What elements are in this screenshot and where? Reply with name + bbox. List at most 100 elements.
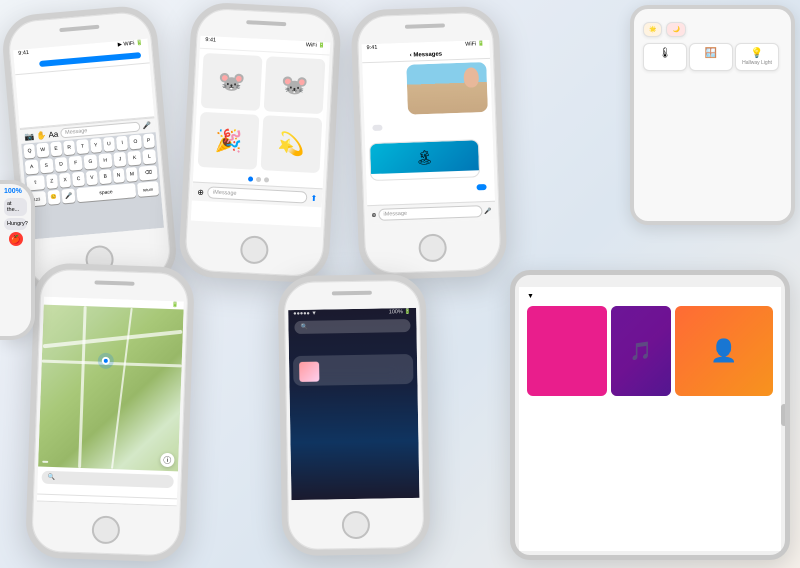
phone1-screen: 9:41 ▶ WiFi 🔋 📷 ✋ Aa Message 🎤 <box>13 39 164 240</box>
key-return[interactable]: return <box>137 181 160 197</box>
list-item-2-title <box>42 498 172 503</box>
touch-icon[interactable]: ✋ <box>36 130 47 140</box>
app-icon-partial: 🍎 <box>9 232 23 246</box>
road-h2 <box>42 360 182 368</box>
key-g[interactable]: G <box>84 154 98 169</box>
scenes-list: 🌟 🌙 <box>642 21 783 38</box>
key-j[interactable]: J <box>113 152 127 167</box>
audio-icon[interactable]: 🎤 <box>142 122 151 131</box>
home-button-phone4[interactable] <box>91 515 120 544</box>
sticker-minnie2[interactable]: 💫 <box>261 115 323 173</box>
ipad-apple-music: ▼ 🎵 <box>510 270 790 560</box>
key-w[interactable]: W <box>37 143 49 158</box>
key-m[interactable]: M <box>126 167 139 182</box>
road-v1 <box>78 306 87 468</box>
key-e[interactable]: E <box>50 141 62 156</box>
apps-icon-p3[interactable]: ⊕ <box>371 211 376 218</box>
home-button-phone5[interactable] <box>342 511 370 539</box>
key-c[interactable]: C <box>72 172 85 187</box>
send-icon[interactable]: ⬆ <box>310 193 317 202</box>
partial-content: 100% at the... Hungry? 🍎 <box>0 184 31 252</box>
search-bar-lock: 🔍 <box>288 316 416 337</box>
key-h[interactable]: H <box>98 153 112 168</box>
status-icons-p2: WiFi 🔋 <box>306 42 326 49</box>
accessory-light[interactable]: 💡 Hallway Light <box>735 43 779 71</box>
ipad-status-bar: ▼ <box>527 293 773 300</box>
key-b[interactable]: B <box>99 169 112 184</box>
accessory-shades[interactable]: 🪟 <box>689 43 733 71</box>
my-new-music-mix-card[interactable] <box>527 306 607 396</box>
trip-card-container: 🏝 <box>365 137 494 183</box>
key-a[interactable]: A <box>25 160 39 175</box>
key-v[interactable]: V <box>86 170 99 185</box>
status-icons-p3: WiFi 🔋 <box>465 41 485 48</box>
trip-title <box>375 173 475 176</box>
phone4-screen: 🔋 ⓘ 🔍 <box>37 297 184 507</box>
message-input-p3[interactable]: iMessage <box>378 205 482 221</box>
favorite-accessories-section: 🌡 🪟 💡 Hallway Light <box>642 42 783 72</box>
wifi-icon: ▼ <box>527 293 534 300</box>
accessory-thermostat[interactable]: 🌡 <box>643 43 687 71</box>
key-n[interactable]: N <box>112 168 125 183</box>
sun-icon: 🌟 <box>649 27 656 33</box>
key-t[interactable]: T <box>76 139 88 154</box>
road-h1 <box>43 330 183 349</box>
key-u[interactable]: U <box>103 137 115 152</box>
keyboard[interactable]: Q W E R T Y U I O P A S D F G H <box>21 132 164 239</box>
key-z[interactable]: Z <box>46 174 59 189</box>
scene-home[interactable]: 🌟 <box>643 22 662 37</box>
sticker-mickey2[interactable]: 🎉 <box>198 112 260 170</box>
go-bubble <box>476 184 486 190</box>
accessory-light-label2: Hallway Light <box>740 60 774 66</box>
lock-search-field[interactable]: 🔍 <box>294 319 410 334</box>
key-delete[interactable]: ⌫ <box>139 165 158 180</box>
info-button[interactable]: ⓘ <box>160 453 174 467</box>
home-button-phone3[interactable] <box>418 233 447 262</box>
camera-icon[interactable]: 📷 <box>24 131 35 141</box>
key-q[interactable]: Q <box>23 144 35 159</box>
sticker-icon[interactable]: Aa <box>48 129 59 139</box>
key-p[interactable]: P <box>143 133 155 148</box>
key-f[interactable]: F <box>69 156 83 171</box>
key-y[interactable]: Y <box>90 138 102 153</box>
status-time: 9:41 <box>18 50 29 57</box>
sticker-content: 9:41 WiFi 🔋 🐭 🐭 🎉 💫 ⊕ iMes <box>191 36 331 228</box>
home-button-phone2[interactable] <box>240 235 269 264</box>
key-o[interactable]: O <box>129 134 141 149</box>
scene-goodnight[interactable]: 🌙 <box>666 22 685 37</box>
moon-icon: 🌙 <box>672 27 679 33</box>
music-card-purple[interactable]: 🎵 <box>611 306 671 396</box>
music-card-person[interactable]: 👤 <box>675 306 773 396</box>
status-time-p2: 9:41 <box>205 37 216 44</box>
list-item-2-sub <box>42 498 172 503</box>
key-l[interactable]: L <box>142 149 156 164</box>
key-emoji[interactable]: 😊 <box>47 190 61 205</box>
status-battery-p4: 🔋 <box>172 302 179 308</box>
key-x[interactable]: X <box>59 173 72 188</box>
key-r[interactable]: R <box>63 140 75 155</box>
sticker-minnie[interactable]: 🐭 <box>264 56 326 114</box>
for-you-screen: ▼ 🎵 <box>519 287 781 402</box>
favorite-scenes-section: 🌟 🌙 <box>642 21 783 38</box>
mic-icon-p3[interactable]: 🎤 <box>484 207 492 214</box>
photo-message-container <box>362 59 492 119</box>
up-next-card[interactable] <box>293 354 414 386</box>
key-i[interactable]: I <box>116 136 128 151</box>
thinking-bubble <box>372 125 382 131</box>
key-mic[interactable]: 🎤 <box>62 188 76 203</box>
music-icon-overlay: 🎵 <box>611 306 671 396</box>
sticker-mickey[interactable]: 🐭 <box>201 53 263 111</box>
apps-icon[interactable]: ⊕ <box>197 187 204 196</box>
key-s[interactable]: S <box>39 158 53 173</box>
person-emoji: 👤 <box>710 338 737 364</box>
key-k[interactable]: K <box>128 151 142 166</box>
key-space[interactable]: space <box>76 183 136 202</box>
key-d[interactable]: D <box>54 157 68 172</box>
ipad-home-button[interactable] <box>781 404 787 426</box>
back-icon[interactable]: ‹ <box>410 53 412 59</box>
lock-screen: ●●●●● ▼ 100% 🔋 🔍 <box>288 308 419 500</box>
status-signal: ●●●●● ▼ <box>293 311 317 317</box>
map-view[interactable]: ⓘ <box>38 305 184 472</box>
trip-card[interactable]: 🏝 <box>369 139 480 181</box>
maps-search-bar[interactable]: 🔍 <box>41 471 173 489</box>
